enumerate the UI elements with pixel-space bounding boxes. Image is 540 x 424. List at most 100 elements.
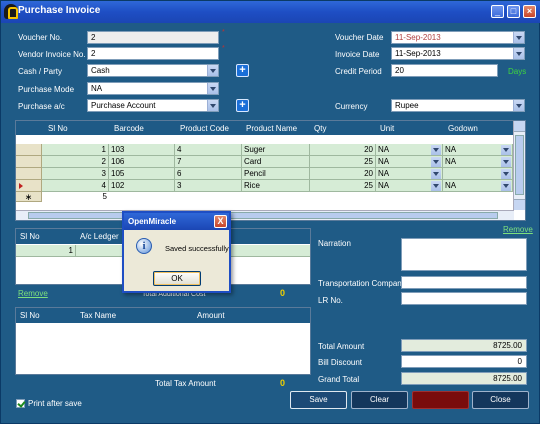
table-row[interactable]: 1 103 4 Suger 20 NA NA [16,144,514,156]
table-row[interactable]: 2 106 7 Card 25 NA NA [16,156,514,168]
product-grid-hscroll[interactable] [16,210,514,220]
cell-unit-value: NA [378,181,390,190]
cell-product-code[interactable]: 6 [175,168,242,180]
table-row[interactable]: 4 102 3 Rice 25 NA NA [16,180,514,192]
add-purchase-ac-button[interactable]: + [236,99,249,112]
close-button[interactable]: Close [472,391,529,409]
dropdown-arrow-icon[interactable] [431,157,441,167]
cell-barcode[interactable]: 102 [109,180,175,192]
voucher-date-label: Voucher Date [335,33,384,42]
cell-sl: 2 [42,156,109,168]
narration-label: Narration [318,239,351,248]
dropdown-arrow-icon[interactable] [501,157,511,167]
narration-textarea[interactable] [401,238,527,271]
voucher-no-field[interactable]: 2 [87,31,219,44]
cell-barcode[interactable]: 103 [109,144,175,156]
cash-party-label: Cash / Party [18,67,63,76]
cell-unit[interactable]: NA [376,168,443,180]
dropdown-arrow-icon[interactable] [207,100,218,111]
cell-godown-value: NA [445,181,457,190]
tax-grid: Sl No Tax Name Amount [15,307,311,375]
cell-qty[interactable]: 20 [310,144,376,156]
table-row-new[interactable]: ∗ 5 [16,192,514,202]
cell-qty[interactable]: 20 [310,168,376,180]
dropdown-arrow-icon[interactable] [501,145,511,155]
voucher-date-picker[interactable]: 11-Sep-2013 [391,31,525,44]
cell-unit[interactable]: NA [376,180,443,192]
row-header[interactable] [16,168,42,180]
maximize-button[interactable]: □ [507,5,520,18]
row-header-current[interactable] [16,180,42,192]
cell-sl: 4 [42,180,109,192]
credit-period-field[interactable]: 20 [391,64,498,77]
dialog-close-button[interactable]: X [214,215,227,228]
cell-godown[interactable]: NA [443,156,513,168]
close-window-button[interactable]: × [523,5,536,18]
invoice-date-value: 11-Sep-2013 [395,49,441,58]
dropdown-arrow-icon[interactable] [207,83,218,94]
column-header: Unit [380,124,395,133]
scroll-up-icon[interactable] [514,121,525,132]
cell-product-name[interactable]: Suger [242,144,310,156]
scroll-thumb[interactable] [515,135,524,195]
currency-select[interactable]: Rupee [391,99,525,112]
ledger-remove-link[interactable]: Remove [18,289,48,298]
window-title: Purchase Invoice [18,5,101,16]
cash-party-select[interactable]: Cash [87,64,219,77]
cell-product-name[interactable]: Card [242,156,310,168]
dropdown-arrow-icon[interactable] [513,100,524,111]
minimize-button[interactable]: _ [491,5,504,18]
cell-product-name[interactable]: Rice [242,180,310,192]
add-party-button[interactable]: + [236,64,249,77]
vendor-invoice-label: Vendor Invoice No. [18,50,86,59]
invoice-date-picker[interactable]: 11-Sep-2013 [391,47,525,60]
cell-godown[interactable]: NA [443,180,513,192]
cell-product-code[interactable]: 7 [175,156,242,168]
cell-barcode[interactable]: 106 [109,156,175,168]
ok-button[interactable]: OK [153,271,201,286]
dropdown-arrow-icon[interactable] [431,169,441,179]
cell-qty[interactable]: 25 [310,180,376,192]
scroll-thumb[interactable] [28,212,498,219]
cell-product-name[interactable]: Pencil [242,168,310,180]
vendor-invoice-field[interactable]: 2 [87,47,219,60]
total-amount-field: 8725.00 [401,339,527,352]
row-header[interactable] [16,144,42,156]
bill-discount-field[interactable]: 0 [401,355,527,368]
calendar-dropdown-icon[interactable] [513,48,524,59]
cell-godown[interactable]: NA [443,144,513,156]
cell-unit[interactable]: NA [376,144,443,156]
purchase-mode-select[interactable]: NA [87,82,219,95]
transport-field[interactable] [401,276,527,289]
dropdown-arrow-icon[interactable] [501,169,511,179]
product-grid-vscroll[interactable] [513,121,525,210]
product-grid-header: Sl No Barcode Product Code Product Name … [16,121,514,135]
table-row[interactable]: 3 105 6 Pencil 20 NA [16,168,514,180]
product-remove-link[interactable]: Remove [503,225,533,234]
cell-sl: 5 [102,192,107,201]
cell-product-code[interactable]: 3 [175,180,242,192]
column-header: Qty [314,124,327,133]
grand-total-label: Grand Total [318,375,360,384]
save-button[interactable]: Save [290,391,347,409]
delete-button[interactable] [412,391,469,409]
cell-product-code[interactable]: 4 [175,144,242,156]
clear-button[interactable]: Clear [351,391,408,409]
dropdown-arrow-icon[interactable] [501,181,511,191]
column-header: Tax Name [80,311,117,320]
cell-barcode[interactable]: 105 [109,168,175,180]
scroll-down-icon[interactable] [514,199,525,210]
dropdown-arrow-icon[interactable] [431,145,441,155]
required-marker: * [222,29,225,36]
lr-no-field[interactable] [401,292,527,305]
cell-unit[interactable]: NA [376,156,443,168]
voucher-date-value: 11-Sep-2013 [395,33,441,42]
row-header[interactable] [16,156,42,168]
cell-qty[interactable]: 25 [310,156,376,168]
dropdown-arrow-icon[interactable] [207,65,218,76]
dropdown-arrow-icon[interactable] [431,181,441,191]
print-after-save-checkbox[interactable] [16,399,25,408]
cell-godown[interactable] [443,168,513,180]
purchase-ac-select[interactable]: Purchase Account [87,99,219,112]
calendar-dropdown-icon[interactable] [513,32,524,43]
